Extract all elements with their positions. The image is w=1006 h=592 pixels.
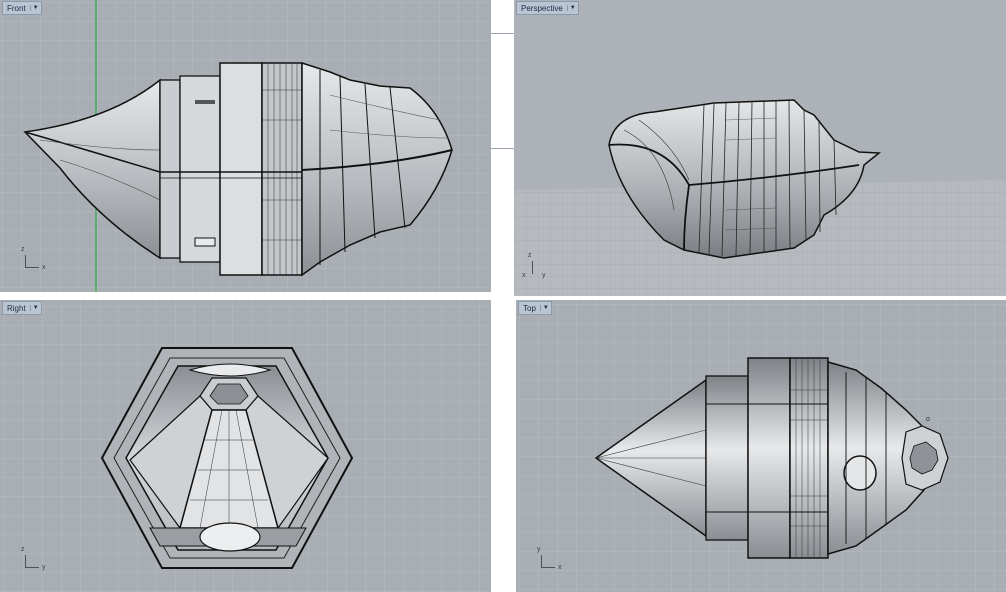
axis-label-horizontal: x: [558, 564, 562, 571]
separator-line: [491, 148, 514, 149]
viewport-label: Perspective: [521, 3, 563, 13]
viewport-label: Right: [7, 303, 26, 313]
chevron-down-icon[interactable]: ▼: [566, 5, 576, 11]
axis-line-horizontal: [25, 567, 39, 568]
axis-line-horizontal: [25, 267, 39, 268]
chevron-down-icon[interactable]: ▼: [539, 305, 549, 311]
separator-line: [491, 33, 514, 34]
point-marker: o: [926, 416, 930, 423]
viewport-label: Top: [523, 303, 536, 313]
viewport-tab-front[interactable]: Front ▼: [2, 1, 42, 15]
viewport-perspective[interactable]: Perspective ▼ z x y: [514, 0, 1006, 296]
viewport-tab-right[interactable]: Right ▼: [2, 301, 42, 315]
axis-label-vertical: y: [537, 546, 541, 553]
axis-indicator: z x y: [520, 252, 550, 280]
axis-line-horizontal: [541, 567, 555, 568]
axis-label-vertical: z: [528, 252, 532, 259]
axis-label-third: x: [522, 272, 526, 279]
front-scene: [0, 0, 491, 292]
viewport-tab-top[interactable]: Top ▼: [518, 301, 552, 315]
axis-label-vertical: z: [21, 546, 25, 553]
viewport-right[interactable]: Right ▼ z y: [0, 300, 491, 592]
axis-indicator: y x: [536, 546, 566, 574]
chevron-down-icon[interactable]: ▼: [29, 5, 39, 11]
axis-label-horizontal: x: [42, 264, 46, 271]
top-scene: [516, 300, 1006, 592]
axis-label-vertical: z: [21, 246, 25, 253]
viewport-top[interactable]: Top ▼ o y x: [516, 300, 1006, 592]
viewport-label: Front: [7, 3, 26, 13]
right-scene: [0, 300, 491, 592]
axis-label-horizontal: y: [542, 272, 546, 279]
chevron-down-icon[interactable]: ▼: [29, 305, 39, 311]
perspective-scene: [514, 0, 1006, 296]
axis-indicator: z x: [20, 246, 50, 274]
axis-line-vertical: [532, 261, 533, 274]
axis-label-horizontal: y: [42, 564, 46, 571]
axis-indicator: z y: [20, 546, 50, 574]
viewport-front[interactable]: Front ▼ z x: [0, 0, 491, 292]
viewport-tab-perspective[interactable]: Perspective ▼: [516, 1, 579, 15]
